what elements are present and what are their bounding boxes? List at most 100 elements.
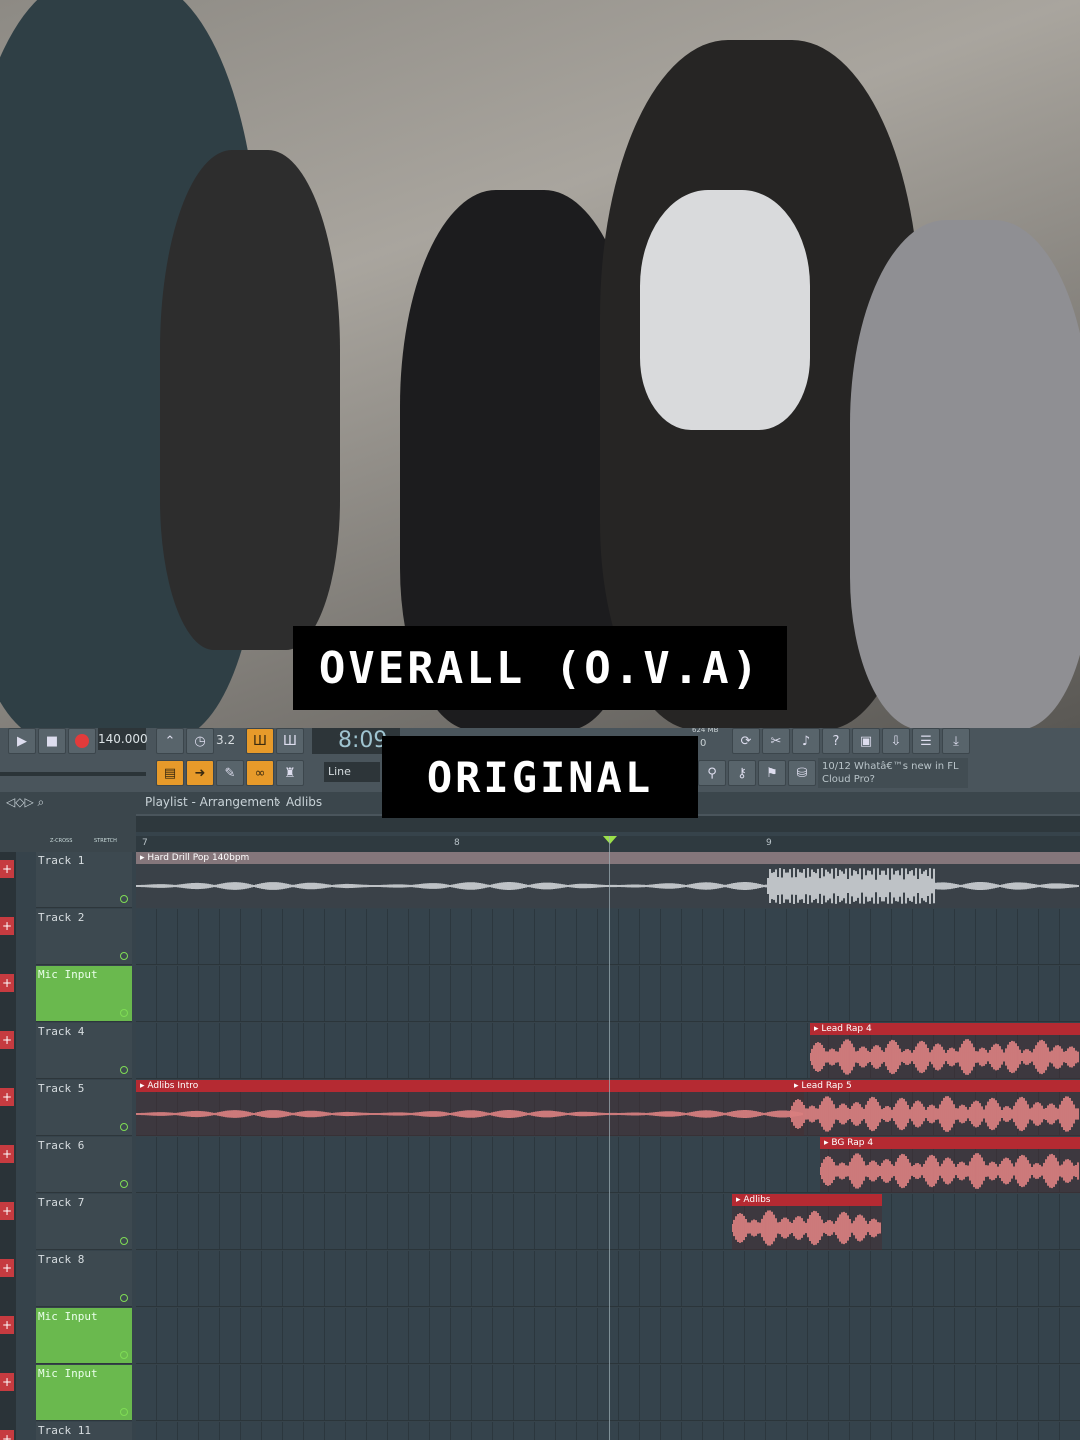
track-header[interactable]: Track 1 xyxy=(36,852,132,908)
key-icon[interactable]: ⚷ xyxy=(728,760,756,786)
pin-icon[interactable]: ⚲ xyxy=(698,760,726,786)
track-add-icon[interactable]: + xyxy=(0,1259,14,1277)
loop-icon[interactable]: ⟳ xyxy=(732,728,760,754)
cart-icon[interactable]: ⛁ xyxy=(788,760,816,786)
arrow-icon[interactable]: ➜ xyxy=(186,760,214,786)
audio-clip[interactable]: ▸ Adlibs xyxy=(732,1194,882,1250)
track-add-icon[interactable]: + xyxy=(0,1202,14,1220)
track-name: Track 4 xyxy=(38,1025,85,1038)
track-add-icon[interactable]: + xyxy=(0,1373,14,1391)
cut-icon[interactable]: ✂ xyxy=(762,728,790,754)
waveform xyxy=(790,1096,1079,1132)
song-position-slider[interactable] xyxy=(0,772,146,776)
audio-clip[interactable]: ▸ BG Rap 4 xyxy=(820,1137,1080,1193)
track-name: Mic Input xyxy=(38,1310,98,1323)
chat-icon[interactable]: ☰ xyxy=(912,728,940,754)
stamp-icon[interactable]: ♜ xyxy=(276,760,304,786)
pattern-add-icon[interactable]: Ш xyxy=(246,728,274,754)
track-enable-icon[interactable] xyxy=(120,1351,128,1359)
fl-studio-window: ▶ ■ 140.000 ⌃ ◷ 3.2 Ш Ш 8:09 624 MB 0 ⟳ … xyxy=(0,728,1080,1440)
tempo-display[interactable]: 140.000 xyxy=(98,728,148,750)
snap-select[interactable]: Line xyxy=(324,762,380,782)
track-enable-icon[interactable] xyxy=(120,1237,128,1245)
track-name: Mic Input xyxy=(38,968,98,981)
track-header[interactable]: Track 7 xyxy=(36,1194,132,1250)
pattern-display[interactable]: 3.2 xyxy=(216,728,244,752)
track-enable-icon[interactable] xyxy=(120,1009,128,1017)
track-add-icon[interactable]: + xyxy=(0,1031,14,1049)
track-name: Track 2 xyxy=(38,911,85,924)
waveform xyxy=(136,868,1079,904)
mic-icon[interactable]: ♪ xyxy=(792,728,820,754)
download-icon[interactable]: ⤓ xyxy=(942,728,970,754)
track-enable-icon[interactable] xyxy=(120,895,128,903)
track-add-icon[interactable]: + xyxy=(0,917,14,935)
plugin-icon[interactable]: ⚑ xyxy=(758,760,786,786)
metronome-icon[interactable]: ⌃ xyxy=(156,728,184,754)
help-icon[interactable]: ? xyxy=(822,728,850,754)
track-enable-icon[interactable] xyxy=(120,1123,128,1131)
audio-clip[interactable]: ▸ Lead Rap 4 xyxy=(810,1023,1080,1079)
track-lane[interactable] xyxy=(136,1422,1080,1440)
track-lane[interactable] xyxy=(136,909,1080,965)
playhead-marker[interactable] xyxy=(603,836,617,844)
track-enable-icon[interactable] xyxy=(120,952,128,960)
track-header[interactable]: Track 11 xyxy=(36,1422,132,1440)
track-add-icon[interactable]: + xyxy=(0,1316,14,1334)
breadcrumb-pattern[interactable]: Adlibs xyxy=(286,795,322,809)
dancer-shirt xyxy=(640,190,810,430)
track-enable-icon[interactable] xyxy=(120,1180,128,1188)
clip-name: ▸ BG Rap 4 xyxy=(820,1137,1080,1149)
track-lane[interactable] xyxy=(136,1194,1080,1250)
clip-name: ▸ Adlibs xyxy=(732,1194,882,1206)
zcross-label[interactable]: Z-CROSS xyxy=(50,838,72,844)
track-header[interactable]: Track 4 xyxy=(36,1023,132,1079)
track-lane[interactable] xyxy=(136,966,1080,1022)
audio-clip[interactable]: ▸ Hard Drill Pop 140bpm xyxy=(136,852,1080,908)
audio-clip[interactable]: ▸ Adlibs Intro xyxy=(136,1080,804,1136)
track-header[interactable]: Track 6 xyxy=(36,1137,132,1193)
clip-name: ▸ Hard Drill Pop 140bpm xyxy=(136,852,1080,864)
save-icon[interactable]: ▣ xyxy=(852,728,880,754)
cpu-readout: 0 xyxy=(700,738,707,749)
caption-top: OVERALL (O.V.A) xyxy=(293,626,787,710)
track-header[interactable]: Track 5 xyxy=(36,1080,132,1136)
track-lane[interactable] xyxy=(136,1365,1080,1421)
track-enable-icon[interactable] xyxy=(120,1294,128,1302)
play-button[interactable]: ▶ xyxy=(8,728,36,754)
track-add-icon[interactable]: + xyxy=(0,1088,14,1106)
export-icon[interactable]: ⇩ xyxy=(882,728,910,754)
track-header[interactable]: Track 2 xyxy=(36,909,132,965)
track-header[interactable]: Track 8 xyxy=(36,1251,132,1307)
playlist-icon[interactable]: ▤ xyxy=(156,760,184,786)
pattern-clone-icon[interactable]: Ш xyxy=(276,728,304,754)
track-name: Track 11 xyxy=(38,1424,91,1437)
stop-button[interactable]: ■ xyxy=(38,728,66,754)
clip-name: ▸ Lead Rap 5 xyxy=(790,1080,1080,1092)
track-enable-icon[interactable] xyxy=(120,1408,128,1416)
waveform xyxy=(136,1110,803,1118)
track-lane[interactable] xyxy=(136,1251,1080,1307)
video-frame: OVERALL (O.V.A) xyxy=(0,0,1080,728)
record-button[interactable] xyxy=(68,728,96,754)
track-add-icon[interactable]: + xyxy=(0,1145,14,1163)
track-header[interactable]: Mic Input xyxy=(36,966,132,1022)
playhead-line xyxy=(609,836,610,1440)
brush-icon[interactable]: ✎ xyxy=(216,760,244,786)
link-icon[interactable]: ∞ xyxy=(246,760,274,786)
track-enable-icon[interactable] xyxy=(120,1066,128,1074)
track-add-icon[interactable]: + xyxy=(0,1430,14,1440)
track-lane[interactable] xyxy=(136,1308,1080,1364)
wait-icon[interactable]: ◷ xyxy=(186,728,214,754)
stretch-label[interactable]: STRETCH xyxy=(94,838,117,844)
waveform xyxy=(732,1210,881,1246)
track-add-icon[interactable]: + xyxy=(0,860,14,878)
breadcrumb-playlist[interactable]: Playlist - Arrangement xyxy=(145,795,279,809)
speaker-icon: ◁◇▷ ⌕ xyxy=(6,795,45,809)
overview-strip[interactable] xyxy=(136,816,1080,832)
track-header[interactable]: Mic Input xyxy=(36,1308,132,1364)
track-header[interactable]: Mic Input xyxy=(36,1365,132,1421)
news-panel[interactable]: 10/12 Whatâ€™s new in FL Cloud Pro? xyxy=(818,758,968,788)
track-add-icon[interactable]: + xyxy=(0,974,14,992)
audio-clip[interactable]: ▸ Lead Rap 5 xyxy=(790,1080,1080,1136)
